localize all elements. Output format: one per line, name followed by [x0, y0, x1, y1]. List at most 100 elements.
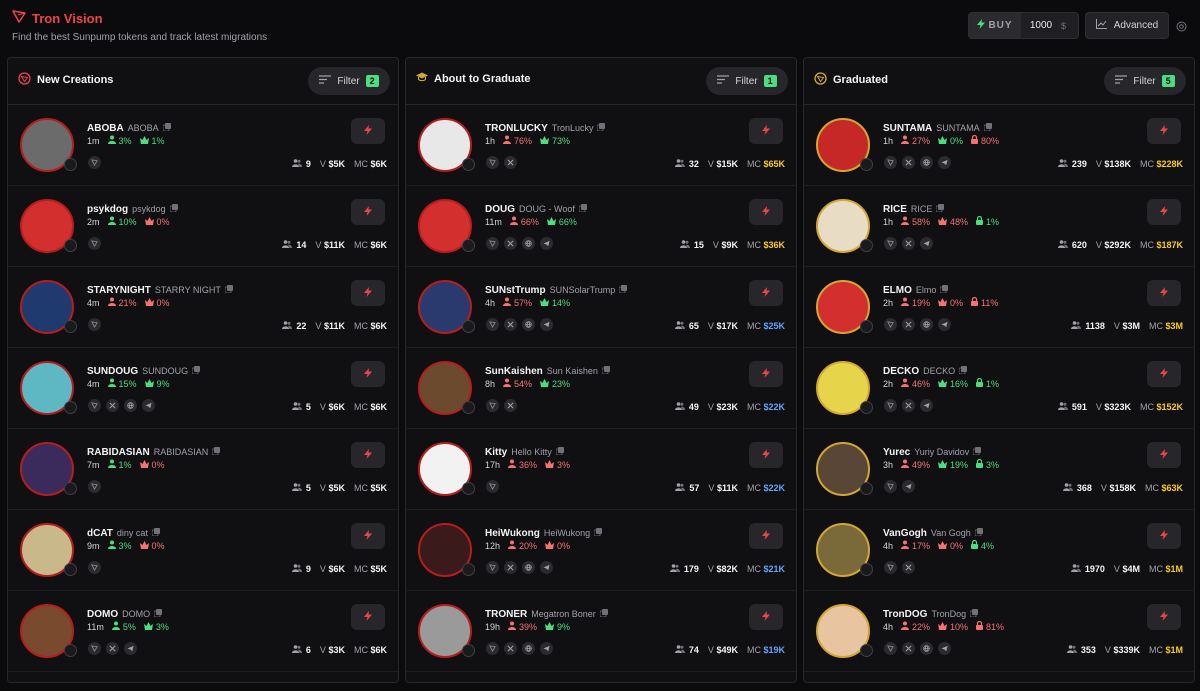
quick-buy-button[interactable] — [1147, 361, 1181, 387]
x-link-icon[interactable] — [902, 642, 915, 655]
tron-link-icon[interactable] — [88, 399, 101, 412]
web-link-icon[interactable] — [522, 318, 535, 331]
web-link-icon[interactable] — [522, 237, 535, 250]
token-symbol[interactable]: DECKO — [883, 366, 919, 377]
token-card[interactable]: RICE RICE 1h 58% 48% 1% 620 V $292K MC $187K — [804, 186, 1194, 267]
token-card[interactable]: ELMO Elmo 2h 19% 0% 11% 1138 V $3M MC $3M — [804, 267, 1194, 348]
web-link-icon[interactable] — [522, 642, 535, 655]
tron-link-icon[interactable] — [486, 156, 499, 169]
filter-button[interactable]: Filter 2 — [308, 67, 390, 95]
brand[interactable]: Tron Vision — [12, 9, 103, 28]
web-link-icon[interactable] — [920, 642, 933, 655]
token-symbol[interactable]: SUNTAMA — [883, 123, 932, 134]
buy-button[interactable]: BUY — [969, 13, 1021, 38]
web-link-icon[interactable] — [522, 561, 535, 574]
token-symbol[interactable]: RABIDASIAN — [87, 447, 150, 458]
token-card[interactable]: SUNstTrump SUNSolarTrump 4h 57% 14% 65 V $17K M… — [406, 267, 796, 348]
x-link-icon[interactable] — [504, 399, 517, 412]
token-card[interactable]: Yurec Yuriy Davidov 3h 49% 19% 3% 368 V $158K MC… — [804, 429, 1194, 510]
x-link-icon[interactable] — [902, 399, 915, 412]
tron-link-icon[interactable] — [884, 156, 897, 169]
tron-link-icon[interactable] — [88, 480, 101, 493]
quick-buy-button[interactable] — [749, 442, 783, 468]
tron-link-icon[interactable] — [486, 399, 499, 412]
quick-buy-button[interactable] — [1147, 523, 1181, 549]
copy-icon[interactable] — [555, 442, 564, 460]
quick-buy-button[interactable] — [749, 118, 783, 144]
web-link-icon[interactable] — [124, 399, 137, 412]
x-link-icon[interactable] — [106, 399, 119, 412]
token-card[interactable]: TronDOG TronDog 4h 22% 10% 81% 353 V $339K MC $1… — [804, 591, 1194, 672]
token-symbol[interactable]: SUNDOUG — [87, 366, 138, 377]
copy-icon[interactable] — [940, 280, 949, 298]
telegram-link-icon[interactable] — [540, 318, 553, 331]
tron-link-icon[interactable] — [884, 237, 897, 250]
token-card[interactable]: DOUG DOUG - Woof 11m 66% 66% 15 V $9K MC $36K — [406, 186, 796, 267]
copy-icon[interactable] — [618, 280, 628, 298]
copy-icon[interactable] — [601, 361, 610, 379]
token-card[interactable]: DECKO DECKO 2h 46% 16% 1% 591 V $323K MC $152K — [804, 348, 1194, 429]
tron-link-icon[interactable] — [88, 642, 101, 655]
token-symbol[interactable]: STARYNIGHT — [87, 285, 151, 296]
copy-icon[interactable] — [936, 199, 945, 217]
quick-buy-button[interactable] — [351, 280, 385, 306]
token-symbol[interactable]: TRONLUCKY — [485, 123, 548, 134]
tron-link-icon[interactable] — [884, 399, 897, 412]
token-card[interactable]: DOMO DOMO 11m 5% 3% 6 V $3K MC $6K — [8, 591, 398, 672]
quick-buy-button[interactable] — [749, 604, 783, 630]
buy-amount-input[interactable]: 1000 — [1021, 20, 1061, 31]
tron-link-icon[interactable] — [486, 642, 499, 655]
copy-icon[interactable] — [151, 523, 160, 541]
token-card[interactable]: SunKaishen Sun Kaishen 8h 54% 23% 49 V $23K MC … — [406, 348, 796, 429]
x-link-icon[interactable] — [504, 318, 517, 331]
x-link-icon[interactable] — [504, 561, 517, 574]
telegram-link-icon[interactable] — [920, 399, 933, 412]
quick-buy-button[interactable] — [1147, 280, 1181, 306]
token-symbol[interactable]: Kitty — [485, 447, 507, 458]
token-card[interactable]: Kitty Hello Kitty 17h 36% 3% 57 V $11K MC $22K — [406, 429, 796, 510]
token-symbol[interactable]: VanGogh — [883, 528, 927, 539]
x-link-icon[interactable] — [902, 318, 915, 331]
copy-icon[interactable] — [958, 361, 968, 379]
token-symbol[interactable]: TRONER — [485, 609, 527, 620]
copy-icon[interactable] — [972, 442, 982, 460]
token-symbol[interactable]: SunKaishen — [485, 366, 543, 377]
settings-icon[interactable] — [1176, 19, 1187, 37]
copy-icon[interactable] — [191, 361, 201, 379]
token-card[interactable]: SUNDOUG SUNDOUG 4m 15% 9% 5 V $6K MC $6K — [8, 348, 398, 429]
token-symbol[interactable]: psykdog — [87, 204, 128, 215]
tron-link-icon[interactable] — [884, 642, 897, 655]
quick-buy-button[interactable] — [749, 199, 783, 225]
x-link-icon[interactable] — [504, 642, 517, 655]
copy-icon[interactable] — [974, 523, 983, 541]
tron-link-icon[interactable] — [884, 318, 897, 331]
quick-buy-button[interactable] — [351, 604, 385, 630]
token-card[interactable]: VanGogh Van Gogh 4h 17% 0% 4% 1970 V $4M MC $1M — [804, 510, 1194, 591]
tron-link-icon[interactable] — [486, 318, 499, 331]
token-symbol[interactable]: ABOBA — [87, 123, 124, 134]
telegram-link-icon[interactable] — [540, 561, 553, 574]
x-link-icon[interactable] — [106, 642, 119, 655]
telegram-link-icon[interactable] — [142, 399, 155, 412]
token-symbol[interactable]: DOMO — [87, 609, 118, 620]
tron-link-icon[interactable] — [88, 237, 101, 250]
tron-link-icon[interactable] — [486, 237, 499, 250]
token-card[interactable]: TRONER Megatron Boner 19h 39% 9% 74 V $49K MC $… — [406, 591, 796, 672]
copy-icon[interactable] — [153, 604, 163, 622]
quick-buy-button[interactable] — [749, 280, 783, 306]
web-link-icon[interactable] — [920, 156, 933, 169]
filter-button[interactable]: Filter 5 — [1104, 67, 1186, 95]
telegram-link-icon[interactable] — [902, 480, 915, 493]
token-symbol[interactable]: Yurec — [883, 447, 910, 458]
quick-buy-button[interactable] — [1147, 118, 1181, 144]
x-link-icon[interactable] — [902, 237, 915, 250]
x-link-icon[interactable] — [902, 561, 915, 574]
web-link-icon[interactable] — [920, 318, 933, 331]
telegram-link-icon[interactable] — [540, 642, 553, 655]
quick-buy-button[interactable] — [351, 442, 385, 468]
tron-link-icon[interactable] — [88, 156, 101, 169]
token-card[interactable]: HeiWukong HeiWukong 12h 20% 0% 179 V $82K MC $2… — [406, 510, 796, 591]
token-symbol[interactable]: HeiWukong — [485, 528, 540, 539]
copy-icon[interactable] — [983, 118, 992, 136]
quick-buy-button[interactable] — [749, 361, 783, 387]
